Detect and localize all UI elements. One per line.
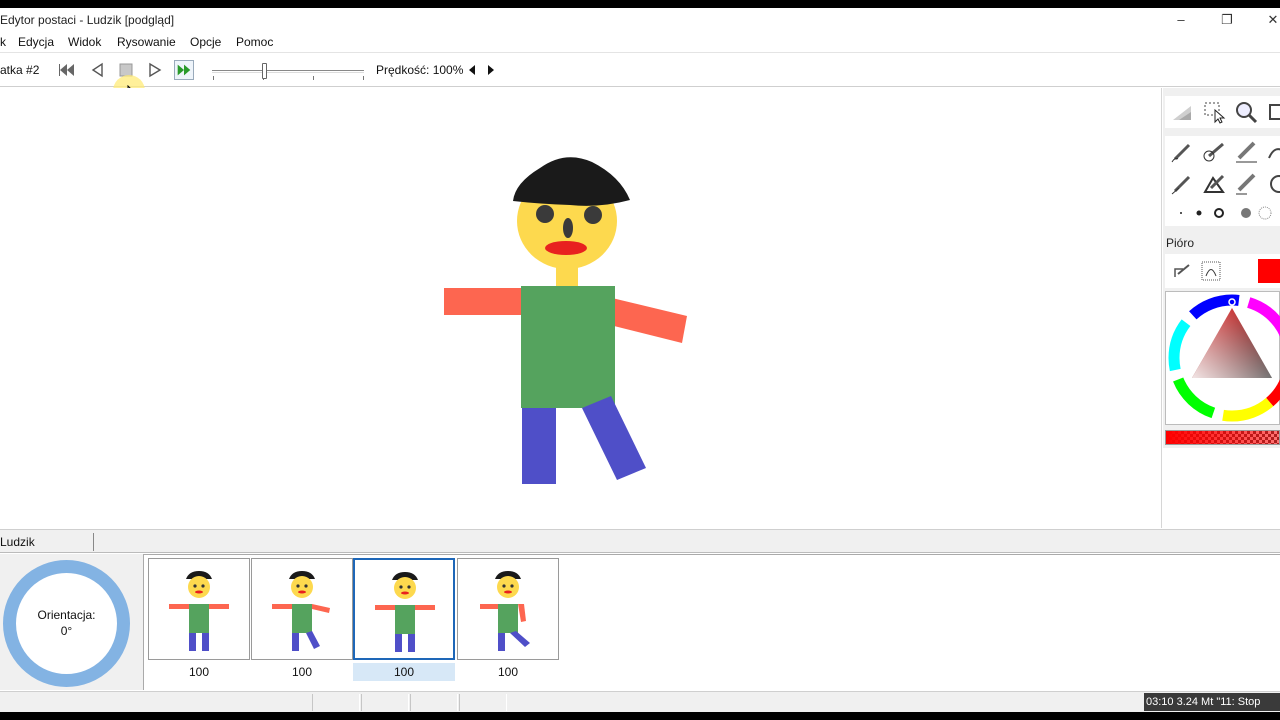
color-wheel[interactable] — [1166, 292, 1280, 426]
pen-tilt-icon[interactable] — [1171, 259, 1197, 283]
speed-up-icon[interactable] — [484, 60, 498, 80]
orientation-value: 0° — [60, 624, 73, 638]
right-eye — [584, 206, 602, 224]
pen-label: Pióro — [1166, 236, 1195, 250]
frame-thumbnail-selected[interactable] — [353, 558, 455, 660]
left-arm — [444, 288, 524, 315]
tool-row — [1165, 136, 1280, 168]
frame-duration[interactable]: 100 — [251, 663, 353, 681]
step-back-icon[interactable] — [87, 60, 107, 80]
menu-draw[interactable]: Rysowanie — [117, 35, 176, 49]
rewind-start-icon[interactable] — [57, 60, 77, 80]
orientation-text: Orientacja: 0° — [16, 607, 117, 639]
drawing-canvas[interactable] — [0, 88, 1162, 528]
brush-size-l[interactable] — [1241, 208, 1251, 218]
gradient-icon[interactable] — [1169, 100, 1195, 124]
pen-options — [1165, 254, 1280, 288]
orientation-label: Orientacja: — [37, 608, 96, 622]
play-icon[interactable] — [145, 60, 165, 80]
left-leg — [522, 408, 556, 484]
torso — [521, 286, 615, 408]
selection-icon[interactable] — [1201, 100, 1227, 124]
ellipse-icon[interactable] — [1265, 172, 1280, 196]
layer-tab[interactable]: Ludzik — [0, 533, 94, 551]
minimize-icon[interactable]: – — [1158, 10, 1204, 30]
status-cell — [459, 694, 507, 711]
playback-toolbar: atka #2 Prędkość: 100% — [0, 54, 1280, 87]
brush-size-picker — [1165, 200, 1280, 226]
color-wheel-panel — [1165, 291, 1280, 425]
brush-size-m[interactable] — [1214, 208, 1224, 218]
title-bar: Edytor postaci - Ludzik [podgląd] – ❐ ✕ — [0, 8, 1280, 31]
frame-duration[interactable]: 100 — [148, 663, 250, 681]
zoom-icon[interactable] — [1233, 100, 1259, 124]
frame-slider[interactable] — [212, 70, 364, 73]
current-color-swatch[interactable] — [1258, 259, 1280, 283]
status-bar — [0, 691, 1280, 712]
frame-thumbnail[interactable] — [457, 558, 559, 660]
pencil-icon[interactable] — [1233, 140, 1259, 164]
menu-bar: k Edycja Widok Rysowanie Opcje Pomoc — [0, 31, 1280, 53]
menu-options[interactable]: Opcje — [190, 35, 221, 49]
left-eye — [536, 205, 554, 223]
marker-icon[interactable] — [1233, 172, 1259, 196]
frame-label: atka #2 — [0, 63, 40, 77]
slider-tick — [313, 76, 314, 80]
tool-row — [1165, 96, 1280, 128]
menu-help[interactable]: Pomoc — [236, 35, 273, 49]
nose — [563, 218, 573, 238]
fill-shape-icon[interactable] — [1201, 172, 1227, 196]
layer-name: Ludzik — [0, 535, 35, 549]
slider-tick — [213, 76, 214, 80]
character-preview — [444, 157, 687, 484]
slider-tick — [363, 76, 364, 80]
frame-strip: 100 100 100 100 — [143, 554, 1280, 690]
status-cell — [361, 694, 409, 711]
frame-duration[interactable]: 100 — [353, 663, 455, 681]
speed-label: Prędkość: 100% — [376, 63, 464, 77]
right-leg — [582, 396, 646, 480]
status-cell — [410, 694, 458, 711]
pen-pattern-icon[interactable] — [1199, 259, 1225, 283]
layer-bar: Ludzik — [0, 529, 1280, 553]
pen-icon[interactable] — [1169, 140, 1195, 164]
tool-panel: Pióro — [1163, 88, 1280, 448]
tool-row — [1165, 168, 1280, 200]
menu-file[interactable]: k — [0, 35, 6, 49]
close-icon[interactable]: ✕ — [1250, 10, 1280, 30]
mouth — [545, 241, 587, 255]
frame-duration[interactable]: 100 — [457, 663, 559, 681]
speed-down-icon[interactable] — [465, 60, 479, 80]
bottom-panel: Orientacja: 0° 100 100 100 100 — [0, 554, 1280, 690]
window-title: Edytor postaci - Ludzik [podgląd] — [0, 13, 175, 27]
menu-edit[interactable]: Edycja — [18, 35, 54, 49]
menu-view[interactable]: Widok — [68, 35, 101, 49]
restore-icon[interactable]: ❐ — [1204, 10, 1250, 30]
brush-icon[interactable] — [1201, 140, 1227, 164]
brush-size-s[interactable] — [1196, 210, 1202, 216]
orientation-dial[interactable]: Orientacja: 0° — [3, 560, 130, 687]
curve-icon[interactable] — [1265, 140, 1280, 164]
opacity-color-bar[interactable] — [1165, 430, 1280, 445]
character-editor-window: Edytor postaci - Ludzik [podgląd] – ❐ ✕ … — [0, 8, 1280, 712]
crop-icon[interactable] — [1265, 100, 1280, 124]
recorder-overlay: 03:10 3.24 Mt "11: Stop — [1144, 693, 1280, 711]
line-pen-icon[interactable] — [1169, 172, 1195, 196]
right-arm — [606, 298, 687, 343]
hat — [513, 157, 630, 206]
status-cell — [312, 694, 360, 711]
frame-thumbnail[interactable] — [148, 558, 250, 660]
slider-thumb[interactable] — [262, 63, 267, 79]
brush-size-xs[interactable] — [1180, 212, 1182, 214]
fast-forward-icon[interactable] — [174, 60, 194, 80]
frame-thumbnail[interactable] — [251, 558, 353, 660]
brush-size-spray[interactable] — [1258, 206, 1272, 220]
